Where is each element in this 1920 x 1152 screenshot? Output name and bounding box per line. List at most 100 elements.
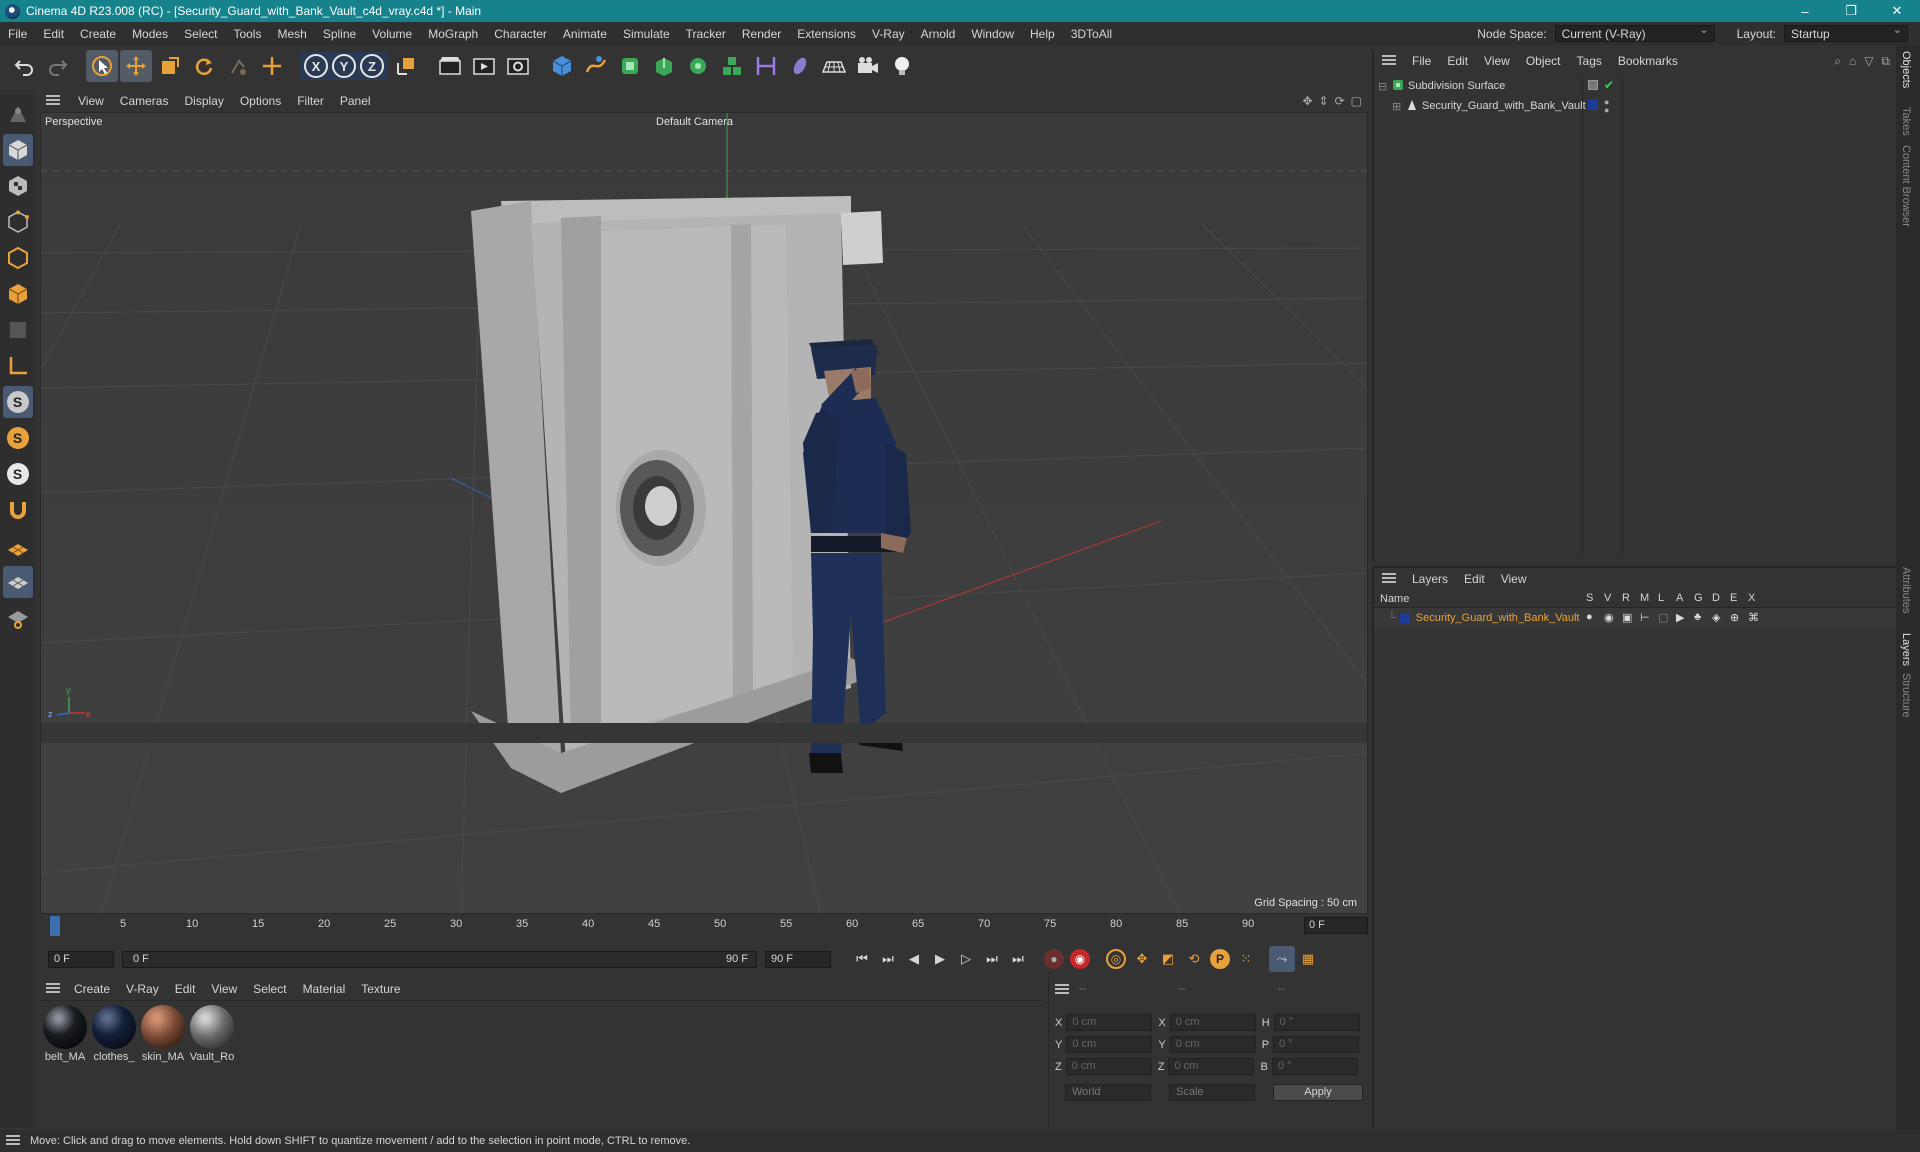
layer-menu-edit[interactable]: Edit [1456, 572, 1493, 586]
planar-workplane-button[interactable] [3, 602, 33, 634]
viewport-menu-hamburger[interactable] [46, 94, 64, 108]
menu-window[interactable]: Window [963, 27, 1022, 41]
material-swatch[interactable]: belt_MA [42, 1005, 88, 1063]
key-rotation-button[interactable]: ⟲ [1181, 946, 1207, 972]
menu-render[interactable]: Render [734, 27, 789, 41]
collapse-toggle-icon[interactable]: ⊟ [1378, 80, 1388, 93]
menu-help[interactable]: Help [1022, 27, 1063, 41]
menu-edit[interactable]: Edit [35, 27, 72, 41]
axis-y-button[interactable]: Y [332, 54, 356, 78]
search-icon[interactable]: ⌕ [1834, 54, 1841, 69]
frame-range-slider[interactable]: 0 F 90 F [122, 950, 757, 968]
tab-layers[interactable]: Layers [1900, 633, 1912, 666]
material-menu-material[interactable]: Material [295, 982, 354, 996]
object-menu-view[interactable]: View [1476, 54, 1518, 68]
timeline-window-button[interactable]: ▦ [1295, 946, 1321, 972]
generator-icon[interactable]: ♣ [1694, 611, 1708, 624]
coordinate-system-button[interactable] [390, 50, 422, 82]
uv-mode-button[interactable] [3, 314, 33, 346]
next-frame-button[interactable]: ▷ [953, 946, 979, 972]
axis-x-button[interactable]: X [304, 54, 328, 78]
object-row[interactable]: ⊞ Security_Guard_with_Bank_Vault ● ● [1374, 96, 1898, 116]
viewport-menu-display[interactable]: Display [176, 94, 231, 108]
node-space-dropdown[interactable]: Current (V-Ray) [1554, 23, 1715, 42]
object-menu-file[interactable]: File [1404, 54, 1439, 68]
viewport-menu-cameras[interactable]: Cameras [112, 94, 177, 108]
material-menu-edit[interactable]: Edit [167, 982, 204, 996]
menu-spline[interactable]: Spline [315, 27, 364, 41]
menu-tools[interactable]: Tools [225, 27, 269, 41]
size-mode-dropdown[interactable]: Scale [1169, 1084, 1255, 1101]
object-menu-object[interactable]: Object [1518, 54, 1569, 68]
restore-button[interactable]: ❐ [1828, 0, 1874, 22]
timeline-ruler[interactable]: 0 5 10 15 20 25 30 35 40 45 50 55 60 65 … [40, 914, 1370, 938]
manager-tree-icon[interactable]: ⊢ [1640, 611, 1654, 624]
layer-menu-hamburger[interactable] [1382, 572, 1400, 586]
solo-dot-icon[interactable]: ● [1586, 611, 1600, 624]
previous-key-button[interactable]: ⏭ [875, 946, 901, 972]
object-menu-edit[interactable]: Edit [1439, 54, 1476, 68]
light-button[interactable] [886, 50, 918, 82]
deformer-button[interactable] [750, 50, 782, 82]
material-menu-vray[interactable]: V-Ray [118, 982, 167, 996]
cube-primitive-button[interactable] [546, 50, 578, 82]
object-menu-hamburger[interactable] [1382, 54, 1400, 68]
orbit-view-icon[interactable]: ⟳ [1335, 94, 1345, 108]
texture-mode-button[interactable] [3, 170, 33, 202]
menu-arnold[interactable]: Arnold [913, 27, 964, 41]
tab-objects[interactable]: Objects [1900, 51, 1912, 88]
polygon-mode-button[interactable] [3, 278, 33, 310]
previous-frame-button[interactable]: ◀ [901, 946, 927, 972]
expand-toggle-icon[interactable]: ⊞ [1392, 100, 1402, 113]
status-menu-hamburger[interactable] [6, 1134, 20, 1148]
dolly-view-icon[interactable]: ⇕ [1319, 94, 1329, 108]
viewport-menu-panel[interactable]: Panel [332, 94, 379, 108]
material-menu-texture[interactable]: Texture [353, 982, 408, 996]
home-icon[interactable]: ⌂ [1849, 54, 1856, 69]
material-swatch[interactable]: skin_MA [140, 1005, 186, 1063]
keyframe-selection-button[interactable]: ◎ [1103, 946, 1129, 972]
coordinate-space-dropdown[interactable]: World [1065, 1084, 1151, 1101]
layer-color-swatch[interactable] [1399, 613, 1410, 623]
position-y-field[interactable]: 0 cm [1066, 1036, 1153, 1053]
recent-tool-button[interactable] [222, 50, 254, 82]
make-editable-button[interactable] [3, 98, 33, 130]
material-menu-hamburger[interactable] [46, 982, 60, 996]
floor-environment-button[interactable] [818, 50, 850, 82]
interpolation-button[interactable]: ⤳ [1269, 946, 1295, 972]
axis-mode-button[interactable] [3, 350, 33, 382]
object-menu-bookmarks[interactable]: Bookmarks [1610, 54, 1686, 68]
enabled-check-icon[interactable]: ✔ [1604, 78, 1614, 92]
menu-character[interactable]: Character [486, 27, 555, 41]
spline-pen-button[interactable] [580, 50, 612, 82]
key-scale-button[interactable]: ◩ [1155, 946, 1181, 972]
rotate-tool-button[interactable] [188, 50, 220, 82]
workplane-snap-button[interactable]: S [3, 422, 33, 454]
key-parameter-button[interactable]: P [1207, 946, 1233, 972]
viewport-menu-filter[interactable]: Filter [289, 94, 332, 108]
size-y-field[interactable]: 0 cm [1169, 1036, 1256, 1053]
layer-menu-view[interactable]: View [1493, 572, 1535, 586]
position-z-field[interactable]: 0 cm [1065, 1058, 1152, 1075]
start-frame-field[interactable]: 0 F [48, 950, 114, 968]
deformer-icon[interactable]: ◈ [1712, 611, 1726, 624]
close-button[interactable]: ✕ [1874, 0, 1920, 22]
undo-button[interactable] [8, 50, 40, 82]
menu-extensions[interactable]: Extensions [789, 27, 864, 41]
workplane-button[interactable] [3, 530, 33, 562]
viewport-menu-options[interactable]: Options [232, 94, 289, 108]
apply-button[interactable]: Apply [1273, 1084, 1363, 1101]
render-picture-viewer-button[interactable] [468, 50, 500, 82]
go-to-start-button[interactable]: ⏮ [849, 946, 875, 972]
subdivision-surface-button[interactable] [614, 50, 646, 82]
menu-3dtoall[interactable]: 3DToAll [1063, 27, 1120, 41]
menu-vray[interactable]: V-Ray [864, 27, 913, 41]
position-x-field[interactable]: 0 cm [1066, 1014, 1153, 1031]
tab-takes[interactable]: Takes [1900, 107, 1912, 136]
magnet-button[interactable] [3, 494, 33, 526]
autokey-button[interactable]: ◉ [1067, 946, 1093, 972]
menu-modes[interactable]: Modes [124, 27, 176, 41]
filter-icon[interactable]: ▽ [1864, 54, 1873, 69]
next-key-button[interactable]: ⏭ [979, 946, 1005, 972]
menu-volume[interactable]: Volume [364, 27, 420, 41]
